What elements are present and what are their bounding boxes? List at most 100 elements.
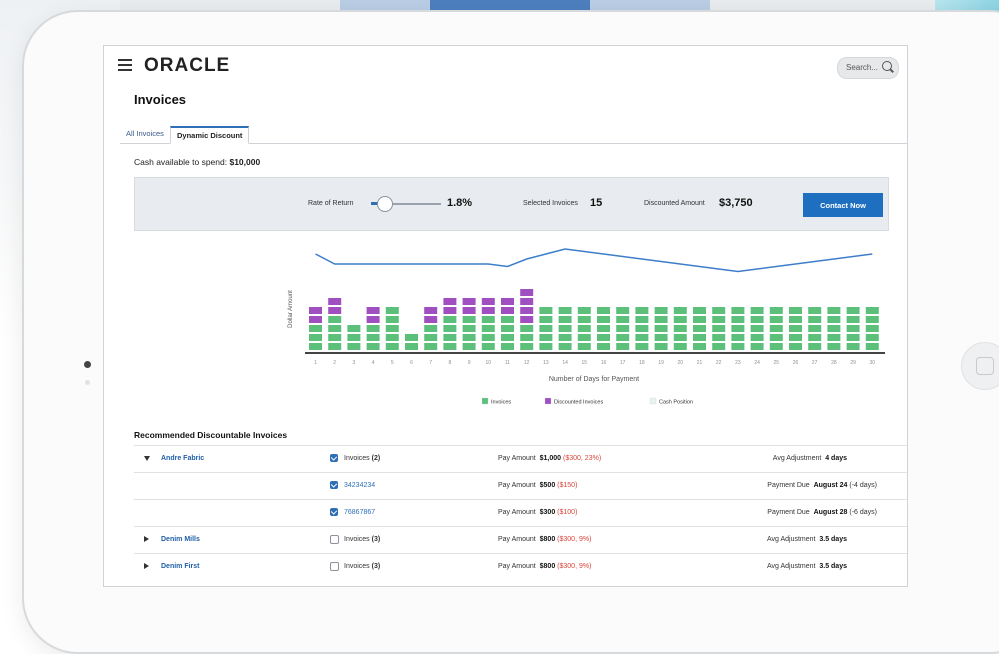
invoice-bar-segment <box>750 334 764 341</box>
x-tick-label: 28 <box>831 360 837 366</box>
invoice-bar-segment <box>827 325 841 332</box>
invoice-bar-segment <box>769 307 783 314</box>
legend-swatch <box>649 397 657 405</box>
x-tick-label: 5 <box>391 360 394 366</box>
rate-of-return-slider[interactable] <box>371 196 441 212</box>
search-input[interactable]: Search... <box>846 63 878 72</box>
invoice-bar-segment <box>712 343 726 350</box>
invoice-bar-segment <box>328 334 342 341</box>
invoice-bar-segment <box>808 316 822 323</box>
invoice-bar-segment <box>654 307 668 314</box>
row-checkbox[interactable] <box>330 562 339 571</box>
tab-dynamic-discount[interactable]: Dynamic Discount <box>170 126 250 144</box>
x-tick-label: 18 <box>639 360 645 366</box>
invoice-bar-segment <box>769 343 783 350</box>
invoice-bar-segment <box>577 316 591 323</box>
search-icon[interactable] <box>882 61 892 71</box>
invoice-bar-segment <box>693 316 706 323</box>
supplier-name-link[interactable]: Denim Mills <box>161 536 200 543</box>
invoice-bar-segment <box>654 316 668 323</box>
row-checkbox[interactable] <box>330 481 338 489</box>
legend-swatch <box>544 397 552 405</box>
invoice-bar-segment <box>539 307 553 314</box>
invoice-bar-segment <box>309 325 322 332</box>
legend-label: Cash Position <box>659 400 693 406</box>
invoice-bar-segment <box>712 307 726 314</box>
expand-icon[interactable] <box>144 563 149 569</box>
invoice-number-link[interactable]: 76867867 <box>344 509 375 516</box>
pay-amount: Pay Amount $800 ($300, 9%) <box>498 536 592 543</box>
discounted-bar-segment <box>520 298 534 305</box>
x-tick-label: 10 <box>486 360 492 366</box>
table-row: Denim Mills Invoices (3) Pay Amount $800 (… <box>134 526 907 553</box>
cash-value: $10,000 <box>229 157 261 167</box>
invoice-bar-segment <box>789 307 802 314</box>
search-box[interactable]: Search... <box>837 57 899 79</box>
invoice-bar-segment <box>597 334 610 341</box>
row-checkbox[interactable] <box>330 508 338 516</box>
x-tick-label: 26 <box>793 360 799 366</box>
invoice-bar-segment <box>385 334 399 341</box>
payment-due: Payment Due August 28 (-6 days) <box>767 509 877 516</box>
x-tick-label: 17 <box>620 360 626 366</box>
slider-handle[interactable] <box>376 196 393 212</box>
invoice-bar-segment <box>443 325 457 332</box>
x-tick-label: 6 <box>410 360 413 366</box>
invoice-bar-segment <box>808 343 822 350</box>
invoice-bar-segment <box>443 343 457 350</box>
discounted-bar-segment <box>520 307 534 314</box>
invoice-bar-segment <box>865 316 879 323</box>
invoice-bar-segment <box>693 343 706 350</box>
supplier-name-link[interactable]: Denim First <box>161 563 200 570</box>
invoice-bar-segment <box>712 316 726 323</box>
discounted-bar-segment <box>520 289 534 296</box>
x-tick-label: 16 <box>601 360 607 366</box>
contact-now-button[interactable]: Contact Now <box>803 193 883 217</box>
discounted-bar-segment <box>462 298 476 305</box>
x-tick-label: 3 <box>353 360 356 366</box>
invoice-bar-segment <box>712 325 726 332</box>
invoice-bar-segment <box>846 307 860 314</box>
invoice-bar-segment <box>865 334 879 341</box>
x-tick-label: 25 <box>774 360 780 366</box>
invoice-bar-segment <box>731 316 745 323</box>
invoice-bar-segment <box>347 325 361 332</box>
x-tick-label: 2 <box>333 360 336 366</box>
invoice-bar-segment <box>309 343 322 350</box>
hamburger-menu-icon[interactable] <box>118 59 132 71</box>
invoice-bar-segment <box>789 334 802 341</box>
tab-all-invoices[interactable]: All Invoices <box>120 126 170 142</box>
invoice-bar-segment <box>424 334 438 341</box>
expand-icon[interactable] <box>144 536 149 542</box>
tablet-sensor <box>85 380 90 385</box>
invoice-bar-segment <box>366 325 380 332</box>
supplier-name-link[interactable]: Andre Fabric <box>161 455 204 462</box>
collapse-icon[interactable] <box>144 456 150 461</box>
invoice-bar-segment <box>673 343 687 350</box>
invoice-bar-segment <box>673 316 687 323</box>
row-checkbox[interactable] <box>330 535 339 544</box>
x-tick-label: 29 <box>850 360 856 366</box>
x-tick-label: 27 <box>812 360 818 366</box>
invoice-bar-segment <box>654 334 668 341</box>
invoice-bar-segment <box>750 325 764 332</box>
x-tick-label: 24 <box>754 360 760 366</box>
tablet-camera <box>84 361 91 368</box>
tab-bar: All Invoices Dynamic Discount <box>120 126 907 144</box>
invoice-bar-segment <box>616 325 630 332</box>
invoice-bar-segment <box>827 316 841 323</box>
invoice-number-link[interactable]: 34234234 <box>344 482 375 489</box>
invoice-bar-segment <box>635 343 649 350</box>
invoice-bar-segment <box>750 343 764 350</box>
invoice-bar-segment <box>808 334 822 341</box>
invoice-bar-segment <box>520 325 534 332</box>
x-tick-label: 9 <box>468 360 471 366</box>
payment-due: Payment Due August 24 (-4 days) <box>767 482 877 489</box>
avg-adjustment: Avg Adjustment 3.5 days <box>766 563 847 570</box>
invoice-bar-segment <box>405 334 418 341</box>
invoice-bar-segment <box>539 325 553 332</box>
row-checkbox[interactable] <box>330 454 338 462</box>
invoice-bar-segment <box>769 325 783 332</box>
invoice-bar-segment <box>520 334 534 341</box>
invoice-bar-segment <box>520 343 534 350</box>
